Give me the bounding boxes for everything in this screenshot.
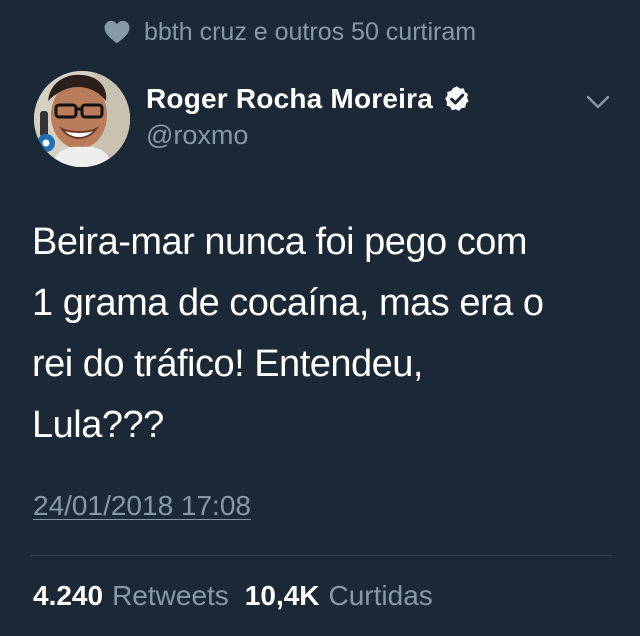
author-name-row: Roger Rocha Moreira <box>146 80 471 118</box>
avatar[interactable] <box>34 71 130 167</box>
social-context[interactable]: bbth cruz e outros 50 curtiram <box>104 14 476 50</box>
tweet-detail: bbth cruz e outros 50 curtiram Roger Roc… <box>0 0 640 636</box>
chevron-down-icon[interactable] <box>584 91 612 113</box>
divider <box>30 555 612 556</box>
tweet-stats: 4.240 Retweets 10,4K Curtidas <box>33 580 449 612</box>
retweets-stat[interactable]: 4.240 Retweets <box>33 580 229 612</box>
heart-icon <box>104 20 130 44</box>
author-block[interactable]: Roger Rocha Moreira @roxmo <box>146 80 471 151</box>
likes-label: Curtidas <box>328 580 433 611</box>
retweets-count: 4.240 <box>33 580 104 611</box>
author-display-name[interactable]: Roger Rocha Moreira <box>146 83 433 115</box>
likes-count: 10,4K <box>244 580 320 611</box>
avatar-image <box>34 71 130 167</box>
retweets-label: Retweets <box>112 580 229 611</box>
likes-stat[interactable]: 10,4K Curtidas <box>245 580 433 612</box>
verified-badge-icon <box>445 86 469 111</box>
tweet-text: Beira-mar nunca foi pego com 1 grama de … <box>32 221 544 446</box>
social-context-text: bbth cruz e outros 50 curtiram <box>144 17 477 46</box>
author-handle[interactable]: @roxmo <box>146 120 471 151</box>
tweet-timestamp[interactable]: 24/01/2018 17:08 <box>33 490 251 522</box>
